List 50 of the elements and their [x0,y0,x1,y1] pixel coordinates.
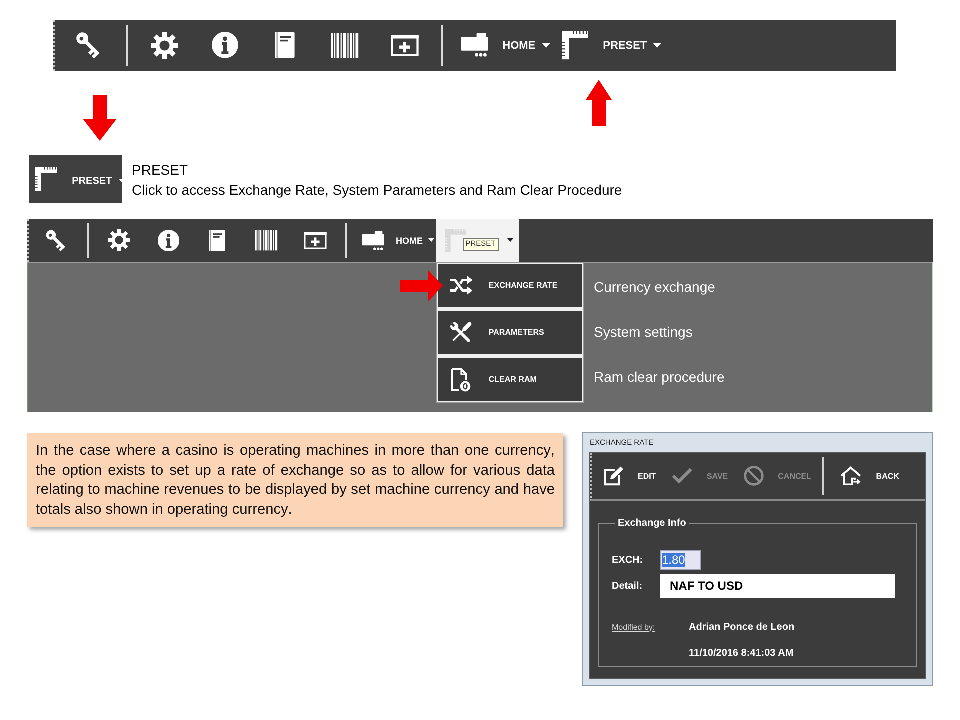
callout-description: Click to access Exchange Rate, System Parameters and Ram Clear Procedure [132,181,622,200]
plus-box-icon [390,34,419,56]
back-button[interactable]: BACK [840,466,900,486]
home-menu-button[interactable]: HOME [352,219,436,262]
cancel-icon [744,466,764,486]
plus-box-icon [304,232,327,250]
menu-description: Currency exchange [594,279,716,295]
preset-menu-button[interactable]: PRESET [551,20,663,71]
ruler-icon [562,31,589,60]
folder-icon [362,230,384,250]
modified-by-name: Adrian Ponce de Leon [689,622,795,632]
settings-icon [151,32,179,60]
caret-icon [507,238,514,243]
house-icon [840,466,862,486]
rate-field[interactable]: 1.80 [660,550,701,570]
group-title: Exchange Info [617,518,688,529]
tools-icon [450,322,472,344]
callout-title: PRESET [132,161,188,180]
menu-item[interactable]: EXCHANGE RATE [438,264,582,307]
ruler-icon [35,167,58,191]
caret-icon [428,238,436,243]
menu-description: Ram clear procedure [594,369,725,385]
barcode-icon [255,230,278,251]
menu-item[interactable]: PARAMETERS [438,311,582,354]
down-arrow [83,95,117,141]
notebook-icon [209,230,226,252]
field-label: Detail: [612,580,644,592]
modified-date: 11/10/2016 8:41:03 AM [689,648,794,658]
settings-icon [108,229,131,252]
home-menu-button[interactable]: HOME [450,20,552,71]
preset-menu-button[interactable]: PRESET [29,155,122,203]
shuffle-icon [450,276,472,295]
info-icon [158,230,180,252]
menu-description: System settings [594,324,693,340]
info-icon [212,32,238,59]
barcode-icon [331,32,359,58]
notebook-icon [275,32,295,59]
pencil-square-icon [604,466,624,486]
check-icon [672,468,693,484]
caret-icon [542,43,550,48]
modified-by-label: Modified by: [612,622,656,632]
up-arrow [586,80,612,126]
menu-item[interactable]: CLEAR RAM [438,358,582,401]
detail-field[interactable]: NAF TO USD [660,574,895,598]
document-icon [450,368,471,392]
field-label: EXCH: [612,554,644,566]
info-note: In the case where a casino is operating machines in more than one currency, the option exists to set up a rate of exchange so as to allow for various data relating to machine revenues to be displayed by set machine currency and have totals also shown in operating currency. [27,433,563,527]
caret-icon [653,43,662,48]
folder-icon [460,33,488,58]
edit-button[interactable]: EDIT [604,466,656,486]
